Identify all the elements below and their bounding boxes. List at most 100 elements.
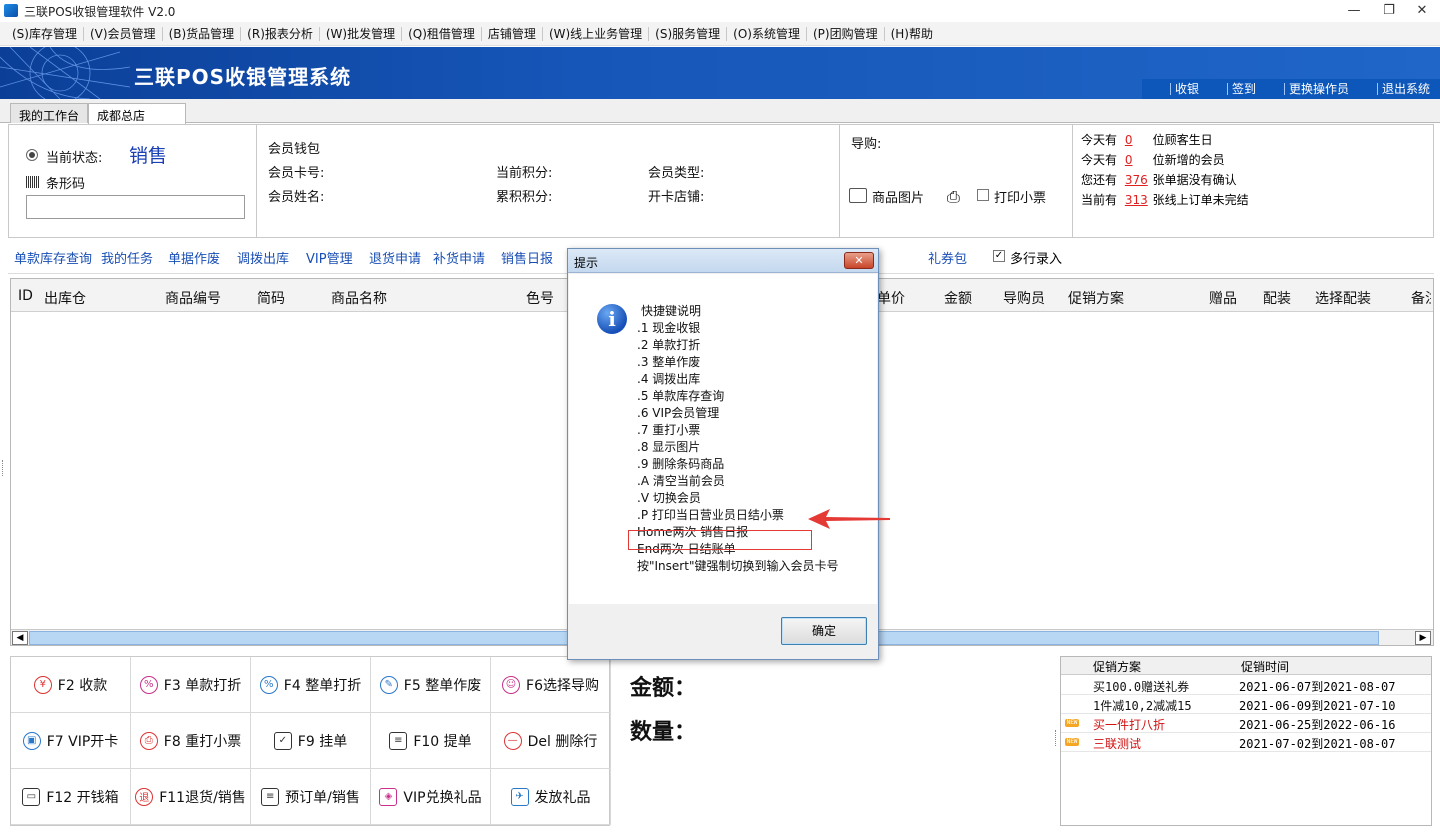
- minimize-icon[interactable]: —: [1340, 2, 1368, 20]
- col-warehouse[interactable]: 出库仓: [44, 288, 86, 308]
- window-title: 三联POS收银管理软件 V2.0: [24, 5, 176, 19]
- splitter-grip[interactable]: [2, 460, 5, 476]
- menu-online[interactable]: (W)线上业务管理: [543, 26, 650, 41]
- f3-item-discount-button[interactable]: % F3 单款打折: [131, 657, 251, 713]
- notice-birthday: 今天有 0 位顾客生日: [1081, 130, 1249, 150]
- highlight-box: [628, 530, 812, 550]
- link-transfer-out[interactable]: 调拨出库: [237, 248, 289, 267]
- link-stock-query[interactable]: 单款库存查询: [14, 248, 92, 267]
- notice-count[interactable]: 0: [1125, 150, 1149, 170]
- col-product-name[interactable]: 商品名称: [331, 288, 387, 308]
- col-unit-price[interactable]: 单价: [877, 288, 905, 308]
- splitter-grip[interactable]: [1055, 730, 1058, 746]
- link-exit[interactable]: 退出系统: [1376, 83, 1430, 95]
- promotion-row[interactable]: NEW 买一件打八折 2021-06-25到2022-06-16: [1061, 714, 1431, 733]
- col-short-code[interactable]: 简码: [257, 288, 285, 308]
- menu-help[interactable]: (H)帮助: [885, 27, 939, 41]
- link-restock-request[interactable]: 补货申请: [433, 248, 485, 267]
- f11-return-sale-button[interactable]: 退 F11退货/销售: [131, 769, 251, 825]
- status-radio[interactable]: [26, 149, 38, 161]
- link-coupon-pack[interactable]: 礼券包: [928, 248, 967, 267]
- f10-retrieve-order-button[interactable]: ≡ F10 提单: [371, 713, 491, 769]
- link-change-operator[interactable]: 更换操作员: [1283, 83, 1349, 95]
- col-amount[interactable]: 金额: [944, 288, 972, 308]
- multi-entry-checkbox[interactable]: ✓: [993, 250, 1005, 262]
- col-promotion[interactable]: 促销方案: [1068, 288, 1124, 308]
- menu-system[interactable]: (O)系统管理: [727, 26, 807, 41]
- col-select-assembly[interactable]: 选择配装: [1315, 288, 1371, 308]
- menu-service[interactable]: (S)服务管理: [649, 26, 728, 41]
- product-image-button[interactable]: 商品图片: [872, 187, 924, 206]
- menu-goods[interactable]: (B)货品管理: [163, 26, 242, 41]
- print-receipt-label: 打印小票: [994, 191, 1047, 206]
- link-void-doc[interactable]: 单据作废: [168, 248, 220, 267]
- vip-gift-exchange-button[interactable]: ◈ VIP兑换礼品: [371, 769, 491, 825]
- preorder-sale-button[interactable]: ≡ 预订单/销售: [251, 769, 371, 825]
- scroll-right-icon[interactable]: ▶: [1415, 631, 1431, 645]
- restore-icon[interactable]: ❐: [1375, 2, 1403, 20]
- promotion-time: 2021-06-09到2021-07-10: [1239, 699, 1396, 713]
- notice-count[interactable]: 0: [1125, 130, 1149, 150]
- col-remark[interactable]: 备注: [1411, 288, 1431, 308]
- close-icon[interactable]: ✕: [1408, 2, 1436, 20]
- shortcut-line: .7 重打小票: [637, 423, 701, 437]
- network-graphic-icon: [0, 47, 130, 99]
- promotion-time: 2021-07-02到2021-08-07: [1239, 737, 1396, 751]
- col-product-code[interactable]: 商品编号: [165, 288, 221, 308]
- f12-cash-drawer-button[interactable]: ▭ F12 开钱箱: [11, 769, 131, 825]
- scroll-left-icon[interactable]: ◀: [12, 631, 28, 645]
- menu-member[interactable]: (V)会员管理: [84, 26, 163, 41]
- notice-count[interactable]: 376: [1125, 170, 1149, 190]
- f4-order-discount-button[interactable]: % F4 整单打折: [251, 657, 371, 713]
- promotion-row[interactable]: 1件减10,2减减15 2021-06-09到2021-07-10: [1061, 695, 1431, 714]
- link-sign-in[interactable]: 签到: [1226, 83, 1256, 95]
- tab-chengdu-store[interactable]: 成都总店(0918): [88, 103, 186, 138]
- promotion-name: 买一件打八折: [1093, 718, 1166, 732]
- col-color[interactable]: 色号: [526, 288, 554, 308]
- promotion-time: 2021-06-07到2021-08-07: [1239, 680, 1396, 694]
- link-my-tasks[interactable]: 我的任务: [101, 248, 153, 267]
- member-wallet[interactable]: 会员钱包: [268, 138, 320, 157]
- guide-label: 导购:: [851, 137, 882, 152]
- link-return-request[interactable]: 退货申请: [369, 248, 421, 267]
- dialog-title: 提示: [574, 256, 599, 270]
- f8-reprint-button[interactable]: ⎙ F8 重打小票: [131, 713, 251, 769]
- banner-links: 收银 签到 更换操作员 退出系统: [1141, 79, 1440, 99]
- f9-hold-order-button[interactable]: ✓ F9 挂单: [251, 713, 371, 769]
- print-receipt-checkbox[interactable]: [977, 189, 989, 201]
- dialog-close-icon[interactable]: ✕: [844, 252, 874, 269]
- link-daily-sales[interactable]: 销售日报: [501, 248, 553, 267]
- menu-wholesale[interactable]: (W)批发管理: [320, 26, 403, 41]
- f6-select-guide-button[interactable]: ☺ F6选择导购: [491, 657, 611, 713]
- col-salesperson[interactable]: 导购员: [1003, 288, 1045, 308]
- del-delete-row-button[interactable]: — Del 删除行: [491, 713, 611, 769]
- percent-icon: %: [259, 675, 278, 694]
- tab-workbench[interactable]: 我的工作台: [10, 103, 88, 123]
- menu-stores[interactable]: 店铺管理: [482, 26, 543, 41]
- f2-checkout-button[interactable]: ¥ F2 收款: [11, 657, 131, 713]
- menu-rental[interactable]: (Q)租借管理: [402, 26, 482, 41]
- promotion-row[interactable]: NEW 三联测试 2021-07-02到2021-08-07: [1061, 733, 1431, 752]
- col-gift[interactable]: 赠品: [1209, 288, 1237, 308]
- promotion-row[interactable]: 买100.0赠送礼券 2021-06-07到2021-08-07: [1061, 676, 1431, 695]
- link-cashier[interactable]: 收银: [1169, 83, 1199, 95]
- total-points-label: 累积积分:: [496, 190, 553, 205]
- link-vip-manage[interactable]: VIP管理: [306, 248, 353, 267]
- f5-void-order-button[interactable]: ✎ F5 整单作废: [371, 657, 491, 713]
- barcode-input[interactable]: [26, 195, 245, 219]
- list-icon: ≡: [261, 787, 280, 806]
- menu-reports[interactable]: (R)报表分析: [241, 26, 320, 41]
- menu-stock[interactable]: (S)库存管理: [6, 26, 84, 41]
- distribute-gift-button[interactable]: ✈ 发放礼品: [491, 769, 611, 825]
- shortcut-line: .8 显示图片: [637, 440, 701, 454]
- notice-count[interactable]: 313: [1125, 190, 1149, 210]
- col-id[interactable]: ID: [18, 288, 33, 304]
- f7-vip-card-button[interactable]: ▣ F7 VIP开卡: [11, 713, 131, 769]
- menu-group-buy[interactable]: (P)团购管理: [807, 26, 885, 41]
- tab-bar: 我的工作台 成都总店(0918): [0, 99, 1440, 138]
- ok-button[interactable]: 确定: [781, 617, 867, 645]
- col-assembly[interactable]: 配装: [1263, 288, 1291, 308]
- member-name-label: 会员姓名:: [268, 190, 325, 205]
- notices: 今天有 0 位顾客生日 今天有 0 位新增的会员 您还有 376 张单据没有确认…: [1081, 130, 1249, 210]
- member-card-label: 会员卡号:: [268, 166, 325, 181]
